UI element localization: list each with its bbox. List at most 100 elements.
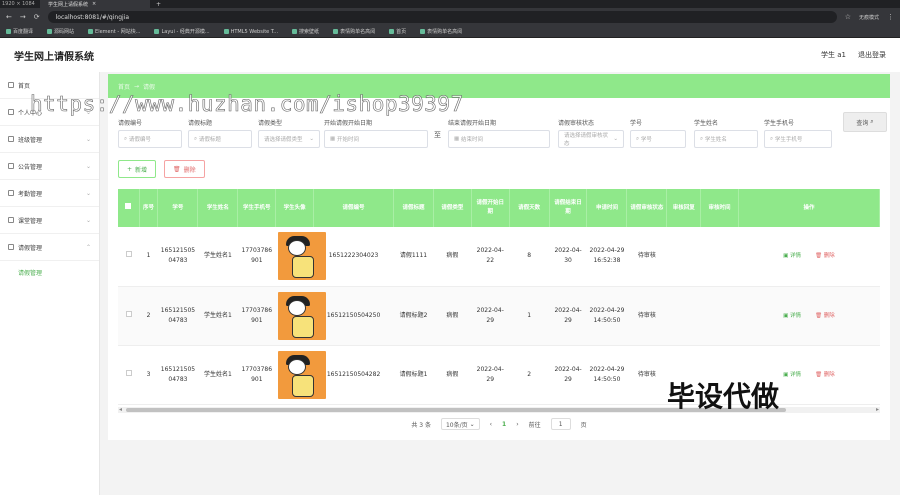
name-input[interactable]: ⌕ 学生姓名 xyxy=(694,130,758,148)
chevron-down-icon: ⌄ xyxy=(613,136,618,142)
table-row[interactable]: 2 16512150504783 学生姓名1 17703786901 16512… xyxy=(118,286,880,346)
type-select[interactable]: 请选择请假类型 ⌄ xyxy=(258,130,320,148)
cell-days: 2 xyxy=(509,345,550,405)
bookmark-item[interactable]: 搜索壁纸 xyxy=(292,28,319,35)
cell-title: 请假1111 xyxy=(393,227,434,287)
table-header: 学生手机号 xyxy=(237,189,277,227)
cell-avatar xyxy=(275,345,326,405)
cell-status: 待审核 xyxy=(626,345,667,405)
bookmark-icon xyxy=(389,29,395,34)
status-select[interactable]: 请选择请假审核状态 ⌄ xyxy=(558,130,624,148)
bookmark-item[interactable]: Element - 网站快... xyxy=(88,28,140,35)
filter-label-title: 请假标题 xyxy=(188,120,213,127)
table-header: 请假结束日期 xyxy=(549,189,588,227)
cell-phone: 17703786901 xyxy=(237,286,276,346)
page-number-current[interactable]: 1 xyxy=(502,421,506,428)
detail-button[interactable]: ▣ 详情 xyxy=(783,311,801,321)
reload-icon[interactable]: ⟳ xyxy=(34,13,40,21)
forward-icon[interactable]: → xyxy=(20,13,26,21)
delete-button[interactable]: 🗑 删除 xyxy=(815,311,835,321)
delete-button[interactable]: 🗑 删除 xyxy=(815,251,835,261)
add-button[interactable]: + 新增 xyxy=(118,160,157,178)
cell-title: 请假标题2 xyxy=(393,286,434,346)
cell-apply-time: 2022-04-29 14:50:50 xyxy=(586,345,627,405)
row-checkbox[interactable] xyxy=(125,369,132,376)
watermark: https://www.huzhan.com/ishop39397 xyxy=(30,92,464,117)
sidebar-item-class[interactable]: 班级管理 ⌄ xyxy=(0,126,99,153)
sid-input[interactable]: ⌕ 学号 xyxy=(630,130,686,148)
row-checkbox[interactable] xyxy=(125,251,132,258)
start-date-picker[interactable]: ▦ 开始时间 xyxy=(324,130,428,148)
table-header: 请假天数 xyxy=(509,189,550,227)
bookmark-item[interactable]: HTML5 Website T... xyxy=(223,28,278,35)
breadcrumb-separator: → xyxy=(134,82,140,90)
table-row[interactable]: 1 16512150504783 学生姓名1 17703786901 16512… xyxy=(118,227,880,287)
cell-reply xyxy=(666,286,701,346)
sidebar-item-attendance[interactable]: 考勤管理 ⌄ xyxy=(0,180,99,207)
breadcrumb-home[interactable]: 首页 xyxy=(118,82,130,91)
new-tab-icon[interactable]: + xyxy=(156,1,161,8)
cell-student-id: 16512150504783 xyxy=(157,345,198,405)
browser-tab[interactable]: 学生网上请假系统 × xyxy=(40,0,150,8)
close-icon[interactable]: × xyxy=(92,1,96,7)
url-input[interactable]: localhost:8081/#/qingjia xyxy=(47,11,837,23)
cell-index: 3 xyxy=(139,345,158,405)
prev-page-icon[interactable]: ‹ xyxy=(490,421,492,428)
scroll-right-icon[interactable]: ▸ xyxy=(876,406,879,413)
cell-type: 病假 xyxy=(433,286,472,346)
detail-button[interactable]: ▣ 详情 xyxy=(783,370,801,380)
chevron-down-icon: ⌄ xyxy=(85,189,91,197)
chevron-up-icon: ⌃ xyxy=(85,243,91,251)
profile-label[interactable]: 无痕模式 xyxy=(859,14,879,21)
row-checkbox[interactable] xyxy=(125,310,132,317)
back-icon[interactable]: ← xyxy=(6,13,12,21)
leave-no-input[interactable]: ⌕ 请假编号 xyxy=(118,130,182,148)
cell-student-name: 学生姓名1 xyxy=(197,286,238,346)
bookmark-item[interactable]: Layui - 经典开源模... xyxy=(154,28,210,35)
cell-title: 请假标题1 xyxy=(393,345,434,405)
sidebar-item-leave[interactable]: 请假管理 ⌃ xyxy=(0,234,99,261)
logout-link[interactable]: 退出登录 xyxy=(858,50,886,60)
cell-type: 病假 xyxy=(433,345,472,405)
select-all-checkbox[interactable] xyxy=(125,203,132,209)
star-icon[interactable]: ☆ xyxy=(845,13,851,21)
phone-input[interactable]: ⌕ 学生手机号 xyxy=(764,130,832,148)
cell-audit-time xyxy=(700,227,739,287)
next-page-icon[interactable]: › xyxy=(516,421,518,428)
goto-page-input[interactable]: 1 xyxy=(550,418,571,430)
cell-student-id: 16512150504783 xyxy=(157,286,198,346)
scroll-left-icon[interactable]: ◂ xyxy=(119,406,122,413)
total-count: 共 3 条 xyxy=(411,421,431,429)
select-all-header[interactable] xyxy=(118,189,140,227)
bookmark-item[interactable]: 首页 xyxy=(389,28,406,35)
delete-button[interactable]: 🗑 删除 xyxy=(815,370,835,380)
bookmark-icon xyxy=(223,28,229,34)
cell-start-date: 2022-04-29 xyxy=(471,345,510,405)
sidebar-item-notice[interactable]: 公告管理 ⌄ xyxy=(0,153,99,180)
sidebar-item-course[interactable]: 课堂管理 ⌄ xyxy=(0,207,99,234)
table-header-row: 序号 学号 学生姓名 学生手机号 学生头像 请假编号 请假标题 请假类型 请假开… xyxy=(118,189,880,227)
cell-status: 待审核 xyxy=(626,227,667,287)
sidebar-item-label: 请假管理 xyxy=(18,244,43,252)
course-icon xyxy=(8,217,14,223)
overlay-stamp-text: 毕设代做 xyxy=(667,380,780,413)
cell-apply-time: 2022-04-29 16:52:38 xyxy=(586,227,627,287)
search-button[interactable]: 查询 ⌕ xyxy=(843,112,887,132)
calendar-icon: ▦ xyxy=(454,136,461,142)
end-date-picker[interactable]: ▦ 结束时间 xyxy=(448,130,550,148)
bookmark-item[interactable]: 表情购单名高阅 xyxy=(333,28,375,35)
bookmark-item[interactable]: 百度翻译 xyxy=(6,28,33,35)
cell-phone: 17703786901 xyxy=(237,345,276,405)
cell-apply-time: 2022-04-29 14:50:50 xyxy=(586,286,627,346)
sidebar-subitem-leave-manage[interactable]: 请假管理 xyxy=(0,261,99,283)
title-input[interactable]: ⌕ 请假标题 xyxy=(188,130,252,148)
page-size-select[interactable]: 10条/页 ⌄ xyxy=(440,418,480,430)
table-header: 请假审核状态 xyxy=(626,189,668,227)
header-user-area: 学生 a1 退出登录 xyxy=(821,50,886,60)
bookmark-item[interactable]: 表情购单名高阅 xyxy=(420,28,462,35)
bookmark-item[interactable]: 源码网站 xyxy=(47,28,74,35)
menu-icon[interactable]: ⋮ xyxy=(887,13,894,21)
attendance-icon xyxy=(8,190,14,196)
detail-button[interactable]: ▣ 详情 xyxy=(783,251,801,261)
batch-delete-button[interactable]: 🗑 删除 xyxy=(164,160,205,178)
